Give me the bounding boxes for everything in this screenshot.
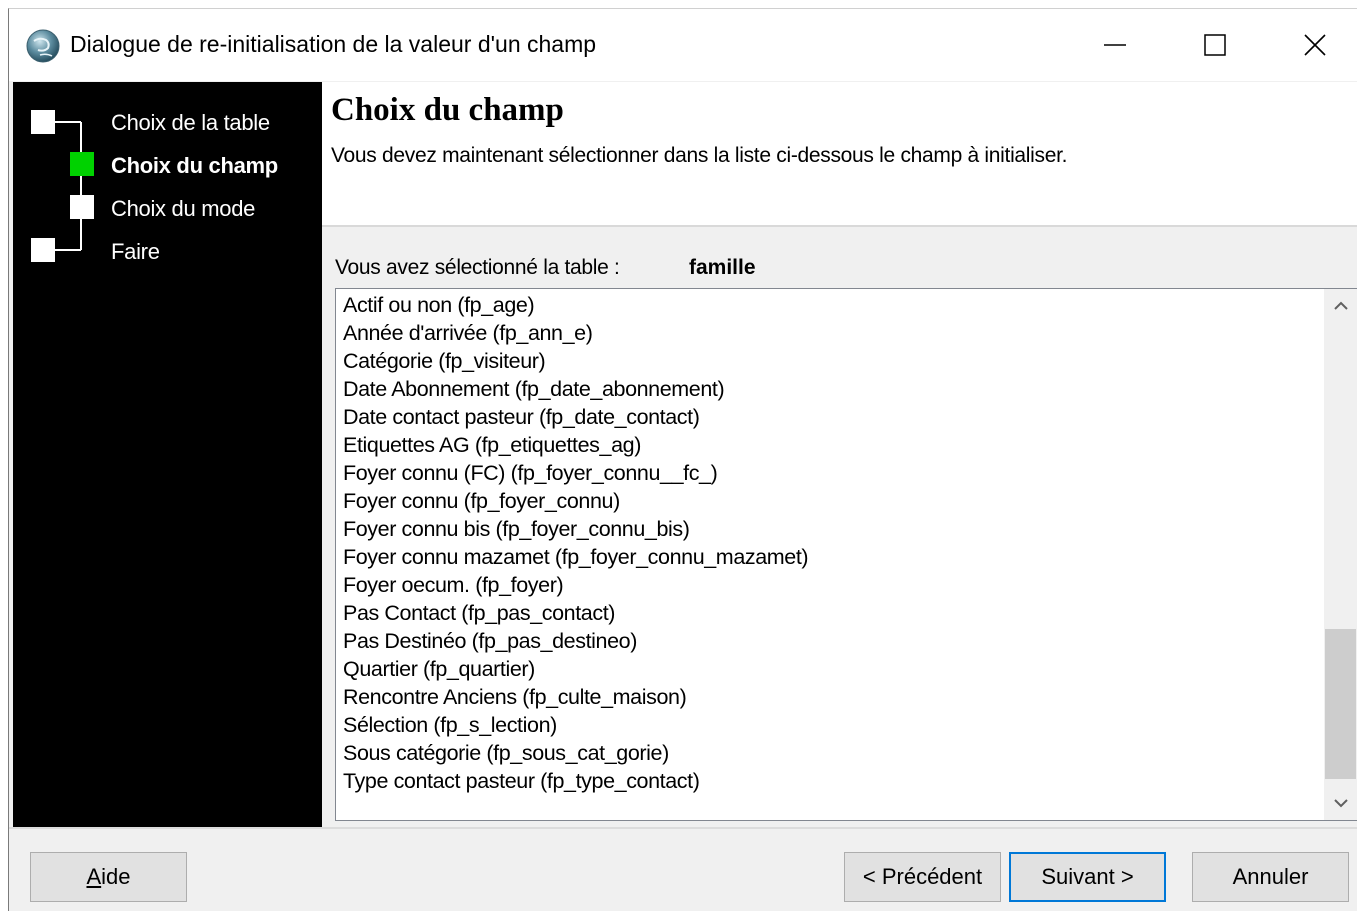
steps-panel: Choix de la table Choix du champ Choix d…	[13, 82, 322, 827]
list-item[interactable]: Actif ou non (fp_age)	[343, 291, 808, 319]
list-item[interactable]: Foyer connu (fp_foyer_connu)	[343, 487, 808, 515]
maximize-button[interactable]	[1165, 9, 1265, 81]
wizard-window: Dialogue de re-initialisation de la vale…	[8, 8, 1357, 911]
step-marker-mode	[70, 195, 94, 219]
close-button[interactable]	[1265, 9, 1357, 81]
scrollbar-thumb[interactable]	[1325, 629, 1356, 779]
selected-table-value: famille	[689, 256, 756, 279]
previous-button[interactable]: < Précédent	[844, 852, 1001, 902]
list-item[interactable]: Date Abonnement (fp_date_abonnement)	[343, 375, 808, 403]
list-item[interactable]: Etiquettes AG (fp_etiquettes_ag)	[343, 431, 808, 459]
bottom-separator	[9, 827, 1357, 829]
list-item[interactable]: Quartier (fp_quartier)	[343, 655, 808, 683]
list-item[interactable]: Foyer oecum. (fp_foyer)	[343, 571, 808, 599]
step-label-faire: Faire	[111, 239, 160, 264]
step-label-mode: Choix du mode	[111, 196, 256, 221]
list-item[interactable]: Foyer connu bis (fp_foyer_connu_bis)	[343, 515, 808, 543]
list-item[interactable]: Pas Contact (fp_pas_contact)	[343, 599, 808, 627]
cancel-button[interactable]: Annuler	[1192, 852, 1349, 902]
chevron-up-icon	[1333, 301, 1348, 310]
help-button-label: ide	[101, 864, 131, 889]
list-item[interactable]: Année d'arrivée (fp_ann_e)	[343, 319, 808, 347]
list-item[interactable]: Pas Destinéo (fp_pas_destineo)	[343, 627, 808, 655]
list-item[interactable]: Rencontre Anciens (fp_culte_maison)	[343, 683, 808, 711]
page-header: Choix du champ Vous devez maintenant sél…	[322, 82, 1357, 227]
step-marker-champ	[70, 152, 94, 176]
maximize-icon	[1204, 34, 1226, 56]
help-button[interactable]: Aide	[30, 852, 187, 902]
field-list: Actif ou non (fp_age) Année d'arrivée (fp…	[343, 291, 809, 795]
globe-icon	[26, 29, 60, 63]
list-item[interactable]: Sous catégorie (fp_sous_cat_gorie)	[343, 739, 808, 767]
title-bar[interactable]: Dialogue de re-initialisation de la vale…	[9, 9, 1357, 81]
vertical-scrollbar[interactable]	[1324, 289, 1357, 820]
step-label-champ: Choix du champ	[111, 153, 278, 178]
page-description: Vous devez maintenant sélectionner dans …	[331, 144, 1068, 167]
step-marker-faire	[31, 238, 55, 262]
list-item[interactable]: Date contact pasteur (fp_date_contact)	[343, 403, 808, 431]
next-button[interactable]: Suivant >	[1009, 852, 1166, 902]
close-icon	[1304, 34, 1326, 56]
list-item[interactable]: Sélection (fp_s_lection)	[343, 711, 808, 739]
selected-table-label: Vous avez sélectionné la table :	[335, 256, 620, 279]
minimize-button[interactable]	[1065, 9, 1165, 81]
step-label-table: Choix de la table	[111, 110, 270, 135]
chevron-down-icon	[1333, 799, 1348, 808]
field-listbox[interactable]: Actif ou non (fp_age) Année d'arrivée (fp…	[335, 288, 1357, 821]
list-item[interactable]: Type contact pasteur (fp_type_contact)	[343, 767, 808, 795]
list-item[interactable]: Foyer connu mazamet (fp_foyer_connu_maza…	[343, 543, 809, 571]
list-item[interactable]: Foyer connu (FC) (fp_foyer_connu__fc_)	[343, 459, 808, 487]
scroll-down-button[interactable]	[1324, 786, 1357, 820]
window-title: Dialogue de re-initialisation de la vale…	[70, 31, 597, 57]
help-button-accelerator: A	[86, 864, 102, 889]
page-title: Choix du champ	[331, 92, 564, 128]
minimize-icon	[1104, 44, 1126, 46]
scroll-up-button[interactable]	[1324, 289, 1357, 323]
step-marker-table	[31, 110, 55, 134]
list-item[interactable]: Catégorie (fp_visiteur)	[343, 347, 808, 375]
